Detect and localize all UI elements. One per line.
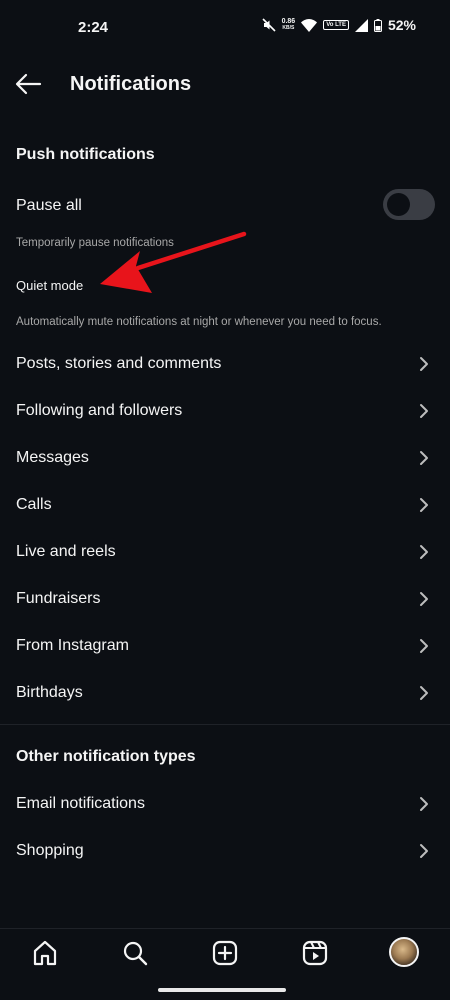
- row-label: Following and followers: [16, 402, 183, 419]
- reels-icon[interactable]: [301, 939, 329, 967]
- status-icons: 0.86 KB/S Vo LTE 52%: [261, 17, 416, 33]
- settings-row-shopping[interactable]: Shopping: [0, 828, 450, 875]
- chevron-right-icon: [420, 797, 428, 811]
- chevron-right-icon: [420, 844, 428, 858]
- row-label: Posts, stories and comments: [16, 355, 222, 372]
- settings-row-following-followers[interactable]: Following and followers: [0, 388, 450, 435]
- other-notification-types-heading: Other notification types: [16, 748, 196, 765]
- row-label: Email notifications: [16, 795, 145, 812]
- settings-row-posts-stories-comments[interactable]: Posts, stories and comments: [0, 341, 450, 388]
- page-title: Notifications: [70, 73, 192, 95]
- settings-row-birthdays[interactable]: Birthdays: [0, 670, 450, 717]
- create-icon[interactable]: [211, 939, 239, 967]
- quiet-mode-link[interactable]: Quiet mode: [16, 278, 83, 293]
- status-time: 2:24: [78, 19, 109, 36]
- pause-all-toggle[interactable]: [383, 189, 435, 220]
- gesture-home-indicator: [158, 988, 286, 992]
- search-icon[interactable]: [121, 939, 149, 967]
- chevron-right-icon: [420, 451, 428, 465]
- toggle-knob: [387, 193, 410, 216]
- quiet-mode-description: Automatically mute notifications at nigh…: [16, 316, 382, 328]
- profile-avatar[interactable]: [389, 937, 419, 967]
- row-label: Birthdays: [16, 684, 83, 701]
- status-bar: 2:24 0.86 KB/S Vo LTE 52%: [0, 0, 450, 56]
- chevron-right-icon: [420, 639, 428, 653]
- row-label: Live and reels: [16, 543, 116, 560]
- settings-row-calls[interactable]: Calls: [0, 482, 450, 529]
- chevron-right-icon: [420, 357, 428, 371]
- chevron-right-icon: [420, 404, 428, 418]
- push-notifications-heading: Push notifications: [16, 146, 155, 163]
- section-divider: [0, 724, 450, 725]
- settings-row-fundraisers[interactable]: Fundraisers: [0, 576, 450, 623]
- row-label: Shopping: [16, 842, 84, 859]
- wifi-icon: [301, 18, 318, 32]
- chevron-right-icon: [420, 686, 428, 700]
- settings-row-from-instagram[interactable]: From Instagram: [0, 623, 450, 670]
- back-arrow-icon[interactable]: [14, 72, 42, 96]
- row-label: From Instagram: [16, 637, 129, 654]
- row-label: Messages: [16, 449, 89, 466]
- settings-row-email-notifications[interactable]: Email notifications: [0, 781, 450, 828]
- chevron-right-icon: [420, 592, 428, 606]
- battery-icon: [373, 18, 382, 32]
- chevron-right-icon: [420, 498, 428, 512]
- bottom-navigation: [0, 928, 450, 1000]
- pause-all-description: Temporarily pause notifications: [16, 237, 174, 249]
- battery-percent: 52%: [387, 17, 416, 33]
- row-label: Fundraisers: [16, 590, 101, 607]
- settings-row-messages[interactable]: Messages: [0, 435, 450, 482]
- header: Notifications: [0, 60, 450, 110]
- volte-badge: Vo LTE: [323, 20, 349, 30]
- row-label: Calls: [16, 496, 52, 513]
- net-speed: 0.86 KB/S: [282, 18, 296, 32]
- mute-icon: [261, 18, 276, 32]
- home-icon[interactable]: [31, 939, 59, 967]
- chevron-right-icon: [420, 545, 428, 559]
- net-speed-unit: KB/S: [282, 25, 295, 31]
- signal-icon: [354, 18, 368, 32]
- net-speed-value: 0.86: [281, 18, 296, 25]
- pause-all-label: Pause all: [16, 197, 82, 214]
- settings-row-live-reels[interactable]: Live and reels: [0, 529, 450, 576]
